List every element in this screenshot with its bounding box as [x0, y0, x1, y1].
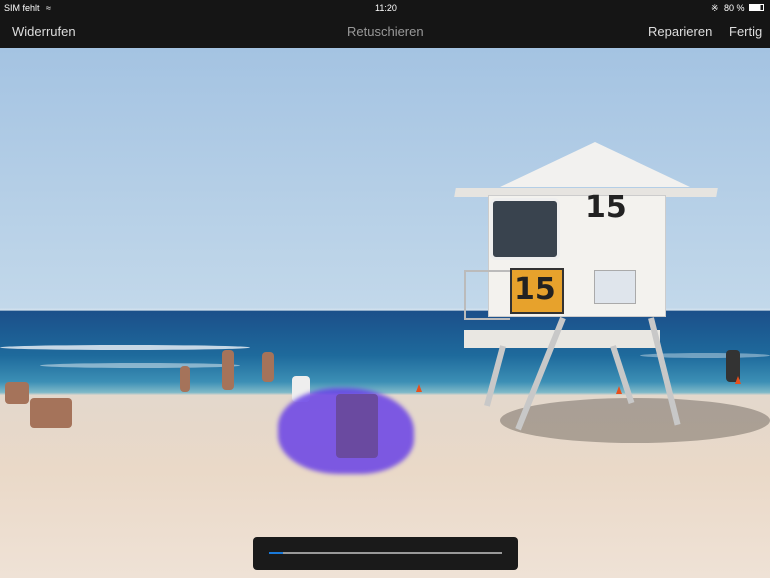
cone [616, 386, 622, 394]
beachgoer [30, 398, 72, 428]
tower-shadow [500, 398, 770, 443]
navigation-bar: Widerrufen Retuschieren Reparieren Ferti… [0, 16, 770, 48]
beachgoer [262, 352, 274, 382]
photo-canvas[interactable]: 15 15 [0, 48, 770, 578]
tower-deck [464, 330, 660, 348]
cone [416, 384, 422, 392]
tower-roof [500, 142, 690, 187]
battery-icon [749, 4, 764, 11]
status-bar: SIM fehlt ≈ 11:20 ※ 80 % [0, 0, 770, 16]
bluetooth-icon: ※ [711, 3, 719, 13]
sign-number: 15 [514, 272, 556, 307]
brush-size-slider[interactable] [269, 552, 502, 554]
tower-number: 15 [585, 190, 627, 225]
tower-leg [610, 345, 635, 404]
slider-fill [269, 552, 283, 554]
undo-button[interactable]: Widerrufen [12, 24, 76, 39]
wave [0, 345, 250, 350]
brush-size-panel [253, 537, 518, 570]
done-button[interactable]: Fertig [729, 24, 762, 39]
carrier-text: SIM fehlt [4, 3, 40, 13]
beachgoer [5, 382, 29, 404]
info-poster [594, 270, 636, 304]
battery-text: 80 % [724, 3, 745, 13]
tower-leg [484, 345, 506, 407]
beachgoer [222, 350, 234, 390]
beachgoer [180, 366, 190, 392]
tower-window [490, 198, 560, 260]
clock: 11:20 [375, 3, 397, 13]
cone [735, 376, 741, 384]
wave [40, 363, 240, 368]
repair-button[interactable]: Reparieren [648, 24, 712, 39]
selected-person [336, 394, 378, 458]
railing [464, 270, 510, 320]
wifi-icon: ≈ [46, 3, 51, 13]
page-title: Retuschieren [347, 24, 424, 39]
